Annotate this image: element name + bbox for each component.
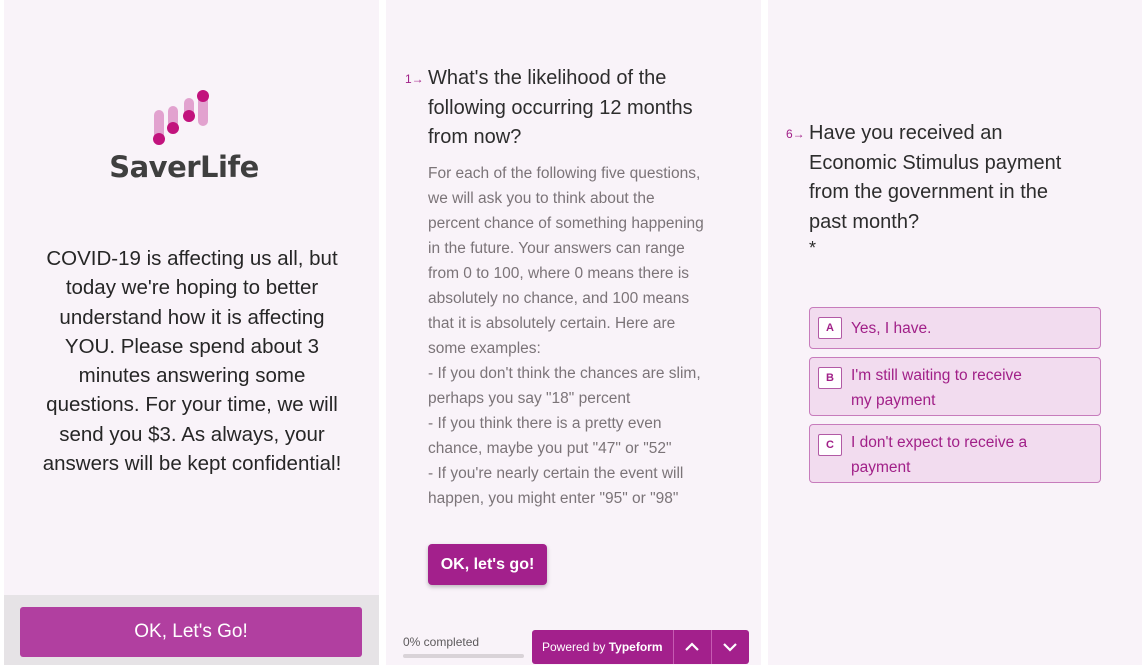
question-title: What's the likelihood of the following o… — [428, 64, 728, 153]
question-6-screen: 6→ Have you received an Economic Stimulu… — [768, 0, 1142, 665]
choice-label: I'm still waiting to receive my payment — [851, 363, 1091, 413]
question-title-line: Economic Stimulus payment — [809, 151, 1062, 174]
intro-line: send you $3. As always, your — [59, 422, 325, 446]
progress-bar — [403, 654, 524, 658]
choice-option-b[interactable]: B I'm still waiting to receive my paymen… — [809, 357, 1101, 416]
bottom-action-bar: OK, Let's Go! — [4, 595, 379, 665]
description-line: For each of the following five questions… — [428, 165, 701, 182]
next-question-button[interactable] — [710, 630, 749, 664]
description-line: - If you're nearly certain the event wil… — [428, 465, 684, 482]
welcome-screen: SaverLife COVID-19 is affecting us all, … — [4, 0, 379, 665]
description-line: - If you don't think the chances are sli… — [428, 365, 701, 382]
description-line: from 0 to 100, where 0 means there is — [428, 265, 690, 282]
question-1-screen: 1→ What's the likelihood of the followin… — [386, 0, 761, 665]
question-title-line: past month? — [809, 210, 920, 233]
intro-line: COVID-19 is affecting us all, but — [46, 247, 338, 270]
question-description: For each of the following five questions… — [428, 161, 724, 511]
powered-by-prefix: Powered by — [542, 640, 606, 654]
choice-option-a[interactable]: A Yes, I have. — [809, 307, 1101, 349]
intro-line: understand how it is affecting — [59, 305, 325, 329]
powered-by-typeform-link[interactable]: Powered by Typeform — [532, 630, 673, 664]
ok-lets-go-button[interactable]: OK, Let's Go! — [20, 607, 362, 657]
intro-line: answers will be kept confidential! — [42, 452, 342, 476]
typeform-footer: Powered by Typeform — [532, 630, 749, 664]
chevron-down-icon — [723, 643, 737, 652]
choice-label-line: I don't expect to receive a — [851, 434, 1028, 451]
question-title-line: following occurring 12 months — [428, 96, 693, 119]
choice-label-line: payment — [851, 459, 911, 476]
intro-line: minutes answering some — [78, 364, 306, 388]
ok-lets-go-statement-button[interactable]: OK, let's go! — [428, 544, 547, 585]
description-line: some examples: — [428, 340, 541, 357]
choice-label: Yes, I have. — [851, 316, 1091, 341]
description-line: chance, maybe you put "47" or "52" — [428, 440, 672, 457]
choice-key-badge: C — [818, 434, 842, 456]
choice-label-line: my payment — [851, 392, 936, 409]
logo-wordmark: SaverLife — [109, 150, 259, 184]
typeform-brand: Typeform — [608, 640, 663, 654]
question-title-line: Have you received an — [809, 122, 1003, 144]
question-title-line: from the government in the — [809, 181, 1049, 203]
intro-text: COVID-19 is affecting us all, but today … — [28, 244, 356, 478]
description-line: in the future. Your answers can range — [428, 240, 685, 257]
description-line: happen, you might enter "95" or "98" — [428, 490, 679, 507]
description-line: we will ask you to think about the — [428, 190, 655, 207]
saverlife-logo-icon — [153, 90, 209, 145]
saverlife-logo: SaverLife — [104, 88, 264, 188]
description-line: that it is absolutely certain. Here are — [428, 315, 676, 332]
description-line: absolutely no chance, and 100 means — [428, 290, 690, 307]
intro-line: YOU. Please spend about 3 — [64, 334, 320, 358]
intro-line: today we're hoping to better — [65, 276, 319, 300]
description-line: percent chance of something happening — [428, 215, 704, 232]
intro-line: questions. For your time, we will — [46, 393, 338, 417]
progress-label: 0% completed — [403, 635, 480, 649]
description-line: perhaps you say "18" percent — [428, 390, 631, 407]
choice-label-line: I'm still waiting to receive — [851, 367, 1022, 384]
question-title: Have you received an Economic Stimulus p… — [809, 119, 1109, 237]
choice-key-badge: B — [818, 367, 842, 389]
description-line: - If you think there is a pretty even — [428, 415, 662, 432]
chevron-up-icon — [685, 642, 699, 651]
question-number: 1→ — [405, 72, 424, 86]
question-number: 6→ — [786, 127, 805, 141]
required-asterisk: * — [809, 238, 817, 258]
choice-option-c[interactable]: C I don't expect to receive a payment — [809, 424, 1101, 483]
choice-label-line: Yes, I have. — [851, 320, 932, 337]
choice-key-badge: A — [818, 317, 842, 339]
question-title-line: from now? — [428, 126, 522, 148]
previous-question-button[interactable] — [672, 630, 711, 664]
question-title-line: What's the likelihood of the — [428, 67, 667, 89]
choice-label: I don't expect to receive a payment — [851, 430, 1091, 480]
